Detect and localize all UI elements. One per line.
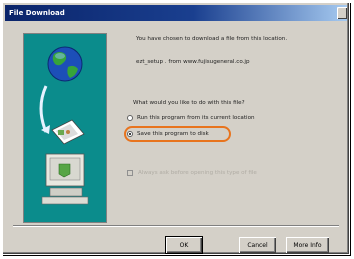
run-program-label: Run this program from its current locati… xyxy=(137,115,255,121)
more-info-button[interactable]: More Info xyxy=(286,237,329,253)
filename-text: ezt_setup . from www.fujisugeneral.co.jp xyxy=(136,59,250,65)
ok-button[interactable]: OK xyxy=(165,236,203,254)
save-option-highlight xyxy=(124,126,231,142)
computer-icon xyxy=(41,153,89,205)
always-ask-label: Always ask before opening this type of f… xyxy=(138,170,257,176)
download-location-text: You have chosen to download a file from … xyxy=(136,36,288,42)
cancel-button[interactable]: Cancel xyxy=(239,237,276,253)
title-bar: File Download xyxy=(5,5,347,21)
globe-icon xyxy=(47,46,83,82)
document-icon xyxy=(51,119,85,145)
download-illustration xyxy=(23,33,107,223)
close-button[interactable] xyxy=(337,7,347,19)
transfer-arrow-icon xyxy=(39,85,50,134)
separator xyxy=(13,225,339,227)
run-program-option[interactable]: Run this program from its current locati… xyxy=(127,113,255,123)
always-ask-checkbox[interactable] xyxy=(127,170,133,176)
question-text: What would you like to do with this file… xyxy=(133,100,245,106)
window-title: File Download xyxy=(9,9,65,17)
always-ask-option[interactable]: Always ask before opening this type of f… xyxy=(127,170,257,176)
file-download-dialog: File Download You have chosen to downloa… xyxy=(2,2,350,255)
run-program-radio[interactable] xyxy=(127,115,133,121)
